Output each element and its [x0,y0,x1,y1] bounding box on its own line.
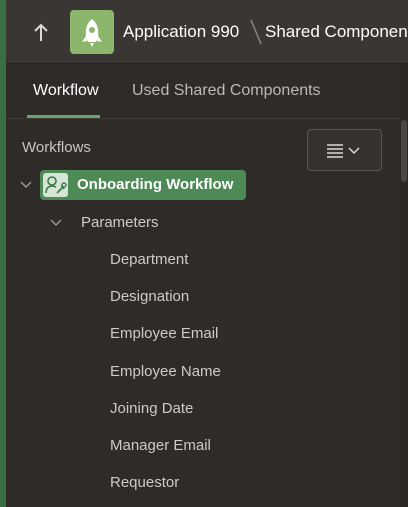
tree-node-parameters[interactable]: Parameters [81,214,159,231]
tree-node-onboarding-workflow[interactable]: Onboarding Workflow [40,170,246,200]
scrollbar-thumb[interactable] [401,120,407,182]
app-title[interactable]: Application 990 [123,22,239,42]
tree-leaf-parameter[interactable]: Department [110,251,188,268]
tab-used-shared-components[interactable]: Used Shared Components [132,82,321,100]
tree-menu-button[interactable] [307,129,382,171]
workflow-icon [43,173,68,197]
tab-workflow[interactable]: Workflow [33,82,99,100]
tree-header: Workflows [22,139,91,156]
tree-leaf-parameter[interactable]: Requestor [110,474,179,491]
tree-leaf-parameter[interactable]: Employee Name [110,363,221,380]
expand-parameters-chevron-icon[interactable] [49,216,63,230]
top-bar: Application 990 Shared Components [6,0,408,64]
tabs-divider [6,118,400,119]
tree-leaf-parameter[interactable]: Employee Email [110,325,218,342]
breadcrumb[interactable]: Shared Components [265,22,408,42]
hamburger-menu-icon [327,144,343,158]
chevron-down-icon [348,147,360,155]
expand-workflows-chevron-icon[interactable] [19,178,33,192]
tab-bar: Workflow Used Shared Components [6,64,400,118]
tree-leaf-parameter[interactable]: Designation [110,288,189,305]
workflow-label: Onboarding Workflow [77,176,234,193]
up-arrow-icon[interactable] [28,20,54,46]
app-logo-icon[interactable] [70,10,114,54]
breadcrumb-separator [246,17,266,47]
tree-leaf-parameter[interactable]: Joining Date [110,400,193,417]
tree-leaf-parameter[interactable]: Manager Email [110,437,211,454]
